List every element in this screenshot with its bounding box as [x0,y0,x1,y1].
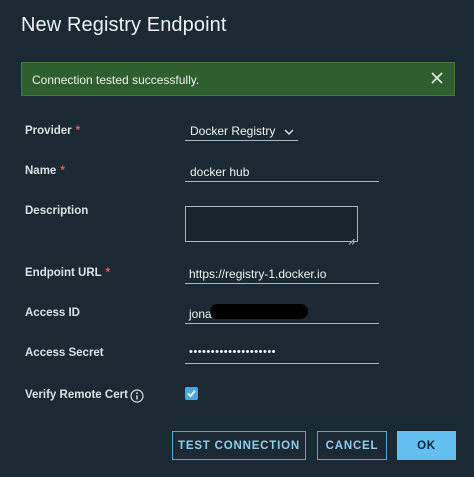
description-label: Description [25,205,89,217]
resize-grip-icon[interactable] [348,232,355,245]
access-secret-label: Access Secret [25,347,104,359]
endpoint-url-underline [185,283,379,284]
required-mark: * [75,125,81,137]
access-id-value: jona [189,307,212,321]
dialog-title: New Registry Endpoint [21,14,227,36]
chevron-down-icon [284,124,294,135]
provider-select[interactable]: Docker Registry [185,121,298,141]
provider-label: Provider * [25,125,80,137]
access-secret-input[interactable]: •••••••••••••••••••• [185,342,379,364]
name-label: Name * [25,165,65,177]
required-mark: * [105,267,111,279]
name-input-value: docker hub [190,165,250,179]
checkmark-icon [187,390,196,398]
close-icon[interactable] [428,69,446,87]
redaction-mark [210,304,308,319]
provider-select-value: Docker Registry [190,124,276,138]
endpoint-url-input[interactable]: https://registry-1.docker.io [185,262,379,284]
name-input-underline [185,181,379,182]
info-icon[interactable] [130,389,144,403]
verify-remote-cert-label: Verify Remote Cert [25,389,128,401]
alert-message: Connection tested successfully. [32,73,200,87]
description-textarea[interactable] [185,206,358,245]
provider-label-text: Provider [25,125,72,137]
access-secret-value: •••••••••••••••••••• [189,346,277,358]
endpoint-url-label: Endpoint URL * [25,267,110,279]
name-label-text: Name [25,165,57,177]
verify-remote-cert-checkbox[interactable] [185,387,198,400]
ok-button[interactable]: OK [397,431,456,460]
cancel-button[interactable]: CANCEL [317,431,387,460]
access-secret-underline [185,363,379,364]
access-id-label: Access ID [25,307,80,319]
endpoint-url-label-text: Endpoint URL [25,267,102,279]
test-connection-button[interactable]: TEST CONNECTION [172,431,306,460]
new-registry-endpoint-dialog: New Registry Endpoint Connection tested … [0,0,474,477]
provider-select-underline [185,140,298,141]
endpoint-url-value: https://registry-1.docker.io [189,267,327,281]
name-input[interactable]: docker hub [185,160,379,182]
required-mark: * [60,165,65,177]
access-id-underline [185,323,379,324]
success-alert: Connection tested successfully. [21,62,455,96]
